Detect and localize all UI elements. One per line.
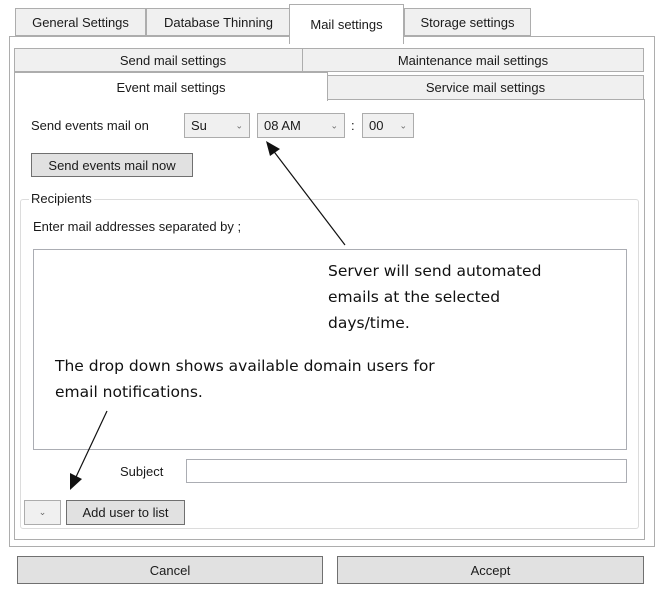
arrow-to-users-dropdown	[70, 410, 108, 490]
tab-mail-settings[interactable]: Mail settings	[289, 4, 404, 44]
arrow-to-time-selectors	[266, 141, 346, 246]
tab-event-mail-settings[interactable]: Event mail settings	[14, 72, 328, 101]
